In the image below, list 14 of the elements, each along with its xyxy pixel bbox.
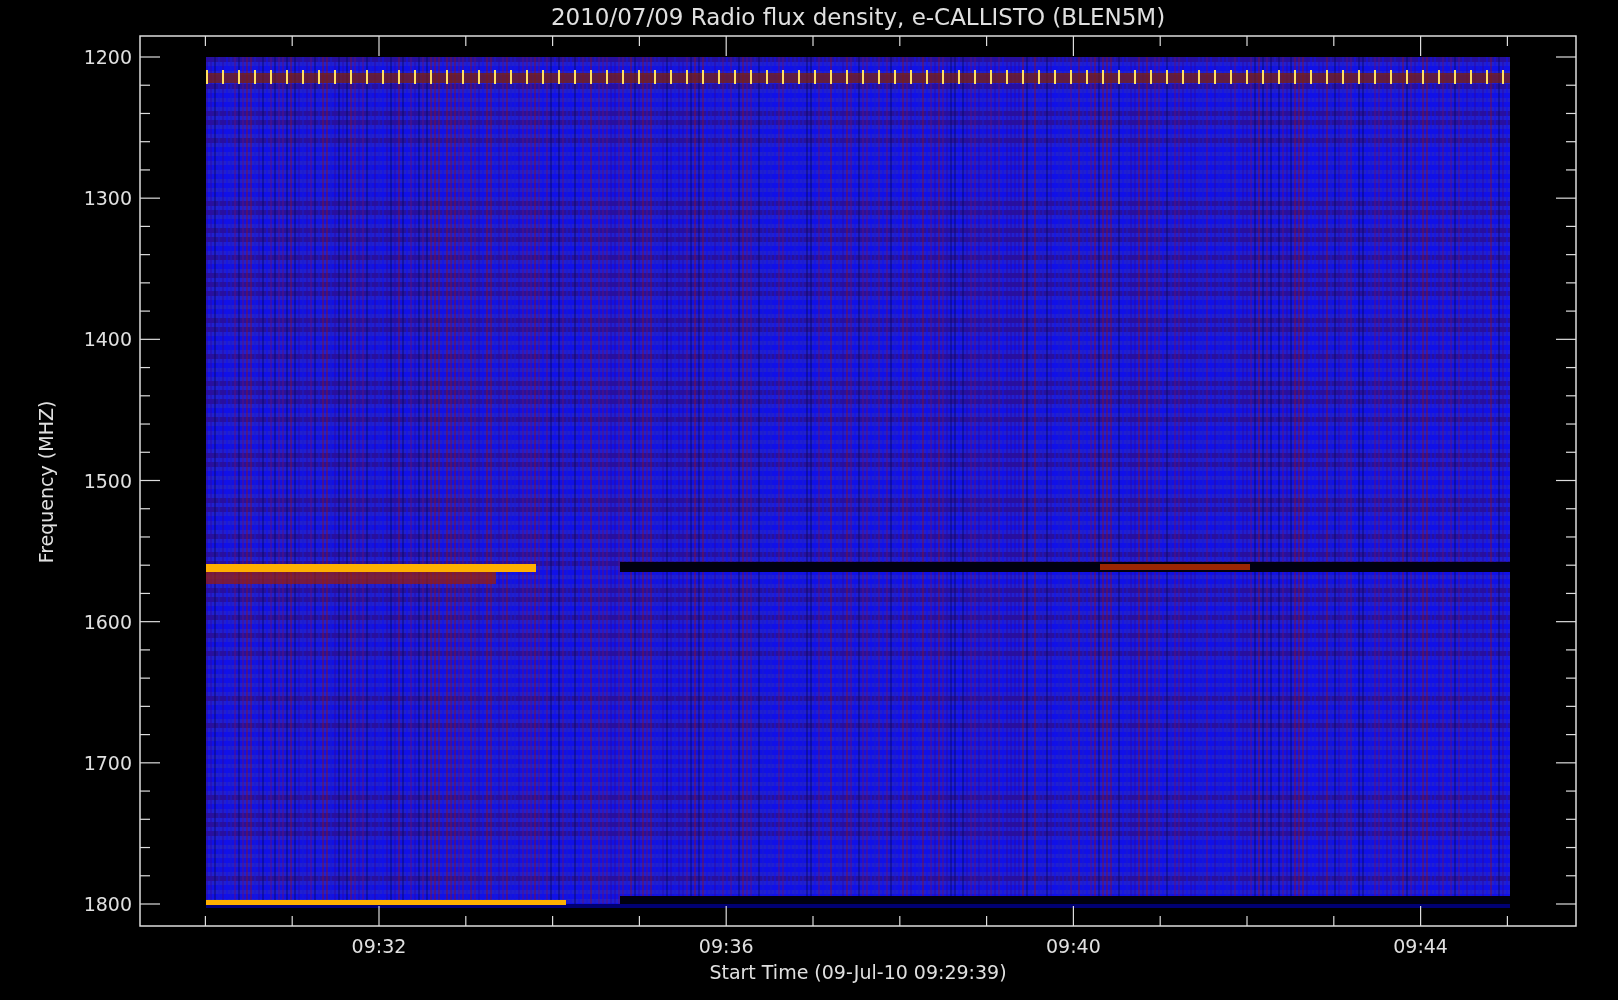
y-axis-label: Frequency (MHZ) bbox=[35, 400, 57, 564]
y-tick-label: 1500 bbox=[83, 469, 132, 492]
x-tick-label: 09:32 bbox=[351, 935, 407, 957]
x-tick-label: 09:36 bbox=[698, 935, 754, 957]
y-tick-label: 1700 bbox=[83, 751, 132, 774]
y-tick-label: 1300 bbox=[83, 187, 132, 210]
x-axis-label: Start Time (09-Jul-10 09:29:39) bbox=[709, 961, 1007, 983]
y-tick-label: 1800 bbox=[83, 893, 132, 915]
y-tick-label: 1600 bbox=[83, 610, 132, 633]
y-tick-label: 1400 bbox=[83, 328, 132, 351]
y-tick-label: 1200 bbox=[83, 46, 132, 68]
chart-title: 2010/07/09 Radio flux density, e-CALLISTO (BLEN5M) bbox=[550, 4, 1166, 30]
x-tick-label: 09:40 bbox=[1046, 935, 1101, 957]
x-tick-label: 09:44 bbox=[1393, 935, 1448, 957]
